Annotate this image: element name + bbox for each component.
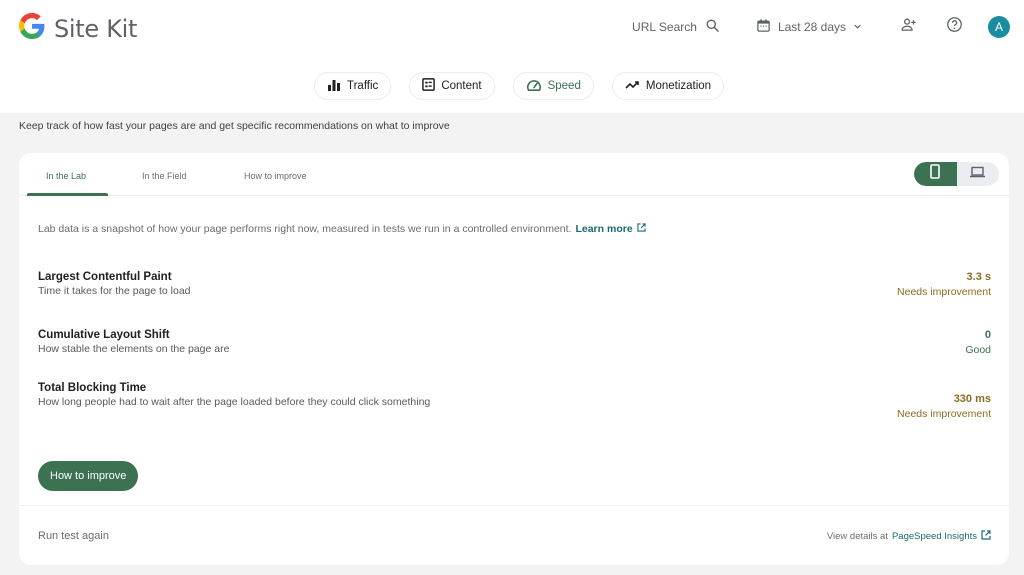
card-footer: Run test again View details at PageSpeed…	[19, 505, 1009, 565]
metric-description: How stable the elements on the page are	[38, 343, 230, 355]
view-details-prefix: View details at	[826, 531, 888, 542]
help-button[interactable]	[942, 15, 966, 39]
help-icon	[946, 16, 963, 38]
add-user-button[interactable]	[896, 15, 920, 39]
metric-description: How long people had to wait after the pa…	[38, 396, 431, 408]
metric-description: Time it takes for the page to load	[38, 285, 191, 297]
nav-chip-content[interactable]: Content	[409, 72, 495, 100]
tab-how-to-improve[interactable]: How to improve	[244, 171, 307, 181]
section-subtitle: Keep track of how fast your pages are an…	[19, 120, 450, 132]
top-header: Site Kit URL Search Last 28 days A Traff…	[0, 0, 1024, 113]
search-icon	[705, 18, 720, 36]
nav-chip-label: Speed	[547, 80, 581, 92]
metric-name: Largest Contentful Paint	[38, 271, 172, 283]
date-range-label: Last 28 days	[777, 20, 846, 34]
desktop-toggle-button[interactable]	[957, 162, 1000, 186]
lab-intro-text: Lab data is a snapshot of how your page …	[38, 223, 572, 235]
speed-card: In the Lab In the Field How to improve L…	[19, 153, 1009, 565]
metric-status: Needs improvement	[897, 408, 991, 420]
google-g-icon	[19, 13, 45, 44]
run-test-again-link[interactable]: Run test again	[38, 530, 109, 542]
bar-chart-icon	[327, 79, 341, 94]
external-link-icon	[637, 223, 646, 235]
calendar-icon	[756, 18, 771, 36]
nav-chip-label: Monetization	[645, 80, 712, 92]
metric-value: 3.3 s	[966, 271, 991, 283]
view-details: View details at PageSpeed Insights	[827, 530, 991, 543]
metric-status: Good	[965, 344, 991, 356]
app-name: Site Kit	[54, 14, 138, 43]
metric-value: 330 ms	[953, 393, 991, 405]
add-user-icon	[900, 16, 917, 38]
date-range-selector[interactable]: Last 28 days	[756, 18, 862, 36]
how-to-improve-button[interactable]: How to improve	[38, 461, 139, 491]
smartphone-icon	[930, 164, 941, 184]
metric-row: Cumulative Layout Shift How stable the e…	[38, 329, 991, 356]
metric-name: Cumulative Layout Shift	[38, 329, 170, 341]
nav-chip-traffic[interactable]: Traffic	[314, 72, 392, 100]
content-list-icon	[422, 78, 436, 94]
device-toggle	[914, 162, 999, 186]
learn-more-link[interactable]: Learn more	[575, 223, 646, 235]
tab-in-the-field[interactable]: In the Field	[142, 171, 187, 181]
url-search-button[interactable]: URL Search	[632, 18, 720, 36]
metric-row: Largest Contentful Paint Time it takes f…	[38, 271, 991, 298]
url-search-label: URL Search	[632, 20, 697, 34]
speedometer-icon	[526, 78, 542, 95]
active-tab-indicator	[27, 193, 108, 196]
laptop-icon	[969, 165, 986, 183]
speed-tabs: In the Lab In the Field How to improve	[19, 153, 1009, 196]
metric-value: 0	[984, 329, 991, 341]
external-link-icon	[981, 530, 991, 543]
nav-chip-speed[interactable]: Speed	[512, 72, 594, 100]
dashboard-nav: Traffic Content Speed Monetization	[314, 72, 725, 100]
mobile-toggle-button[interactable]	[914, 162, 957, 186]
trending-up-icon	[625, 80, 640, 93]
site-kit-logo[interactable]: Site Kit	[19, 13, 137, 44]
lab-intro: Lab data is a snapshot of how your page …	[38, 223, 646, 235]
learn-more-label: Learn more	[575, 223, 633, 235]
chevron-down-icon	[853, 20, 862, 34]
nav-chip-monetization[interactable]: Monetization	[611, 72, 725, 100]
tab-in-the-lab[interactable]: In the Lab	[46, 171, 86, 181]
nav-chip-label: Content	[441, 80, 482, 92]
nav-chip-label: Traffic	[347, 80, 379, 92]
metric-name: Total Blocking Time	[38, 382, 147, 394]
metric-row: Total Blocking Time How long people had …	[38, 382, 991, 420]
pagespeed-insights-link[interactable]: PageSpeed Insights	[892, 531, 977, 542]
user-avatar[interactable]: A	[988, 16, 1010, 38]
metric-status: Needs improvement	[897, 286, 991, 298]
